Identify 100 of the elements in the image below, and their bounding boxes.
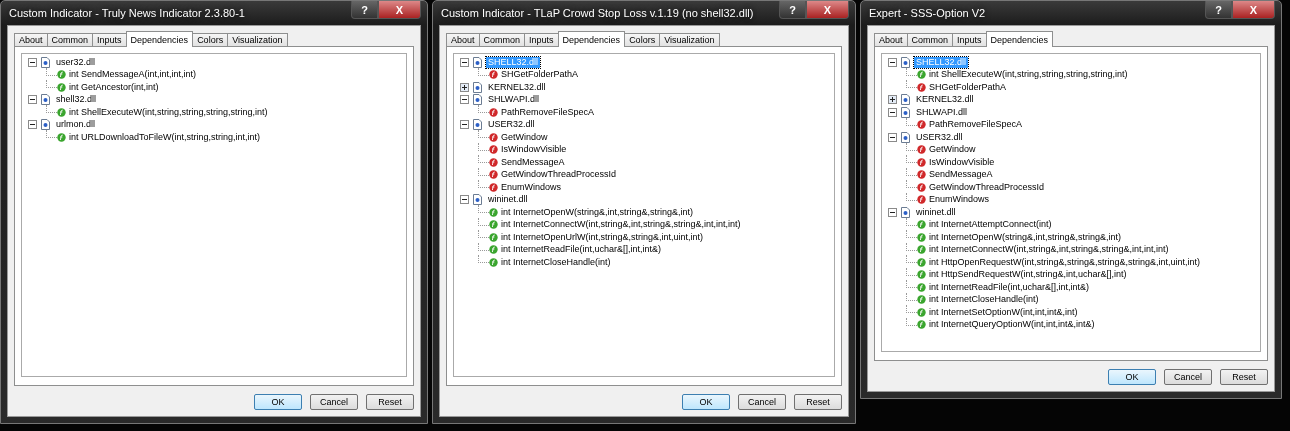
tree-item[interactable]: int InternetSetOptionW(int,int,int&,int) (929, 306, 1078, 318)
tree-item[interactable]: int InternetQueryOptionW(int,int,int&,int&) (929, 319, 1095, 331)
tab[interactable]: Colors (192, 33, 229, 47)
tree-item[interactable]: int InternetConnectW(int,string&,int,string&,string&,int,int,int) (929, 244, 1169, 256)
tree-item[interactable]: GetWindow (929, 144, 976, 156)
tree-node[interactable]: SHLWAPI.dll (486, 94, 541, 106)
minus-icon[interactable] (460, 120, 469, 130)
minus-icon[interactable] (888, 107, 897, 117)
minus-icon[interactable] (460, 195, 469, 205)
reset-button[interactable]: Reset (366, 394, 414, 410)
tab[interactable]: About (874, 33, 908, 47)
window-title: Expert - SSS-Option V2 (868, 7, 986, 19)
file-icon (901, 131, 910, 143)
tree-item[interactable]: EnumWindows (501, 181, 562, 193)
cancel-button[interactable]: Cancel (738, 394, 786, 410)
cancel-button[interactable]: Cancel (310, 394, 358, 410)
tab[interactable]: Inputs (524, 33, 559, 47)
tree-item[interactable]: PathRemoveFileSpecA (929, 119, 1023, 131)
reset-button[interactable]: Reset (1220, 369, 1268, 385)
tree-node[interactable]: user32.dll (54, 56, 98, 68)
tree-item[interactable]: GetWindow (501, 131, 548, 143)
tree-item[interactable]: int InternetCloseHandle(int) (501, 256, 611, 268)
ok-button[interactable]: OK (254, 394, 302, 410)
tree-item[interactable]: int GetAncestor(int,int) (69, 81, 159, 93)
tree-node[interactable]: wininet.dll (914, 206, 958, 218)
tree-node[interactable]: USER32.dll (914, 131, 965, 143)
help-button[interactable]: ? (779, 1, 806, 19)
tab[interactable]: Colors (624, 33, 661, 47)
tree-item[interactable]: PathRemoveFileSpecA (501, 106, 595, 118)
tree-item[interactable]: int SendMessageA(int,int,int,int) (69, 69, 197, 81)
tab[interactable]: Dependencies (125, 31, 194, 47)
tab[interactable]: Common (478, 33, 526, 47)
tree-node[interactable]: USER32.dll (486, 119, 537, 131)
minus-icon[interactable] (28, 120, 37, 130)
tree-item[interactable]: IsWindowVisible (501, 144, 567, 156)
tree-item[interactable]: int ShellExecuteW(int,string,string,string,string,int) (69, 106, 268, 118)
tree-node[interactable]: shell32.dll (54, 94, 99, 106)
tree-item[interactable]: int HttpSendRequestW(int,string&,int,uchar&[],int) (929, 269, 1127, 281)
file-icon (473, 56, 482, 68)
file-icon (473, 194, 482, 206)
tree-item[interactable]: EnumWindows (929, 194, 990, 206)
tree-item[interactable]: int URLDownloadToFileW(int,string,string,int,int) (69, 131, 261, 143)
tree-item[interactable]: int InternetOpenW(string&,int,string&,string&,int) (929, 231, 1122, 243)
tab[interactable]: About (14, 33, 48, 47)
plus-icon[interactable] (460, 82, 469, 92)
tree-item[interactable]: int InternetOpenUrlW(int,string&,string&,int,uint,int) (501, 231, 704, 243)
tree-item[interactable]: SHGetFolderPathA (929, 81, 1007, 93)
tree-item[interactable]: int InternetReadFile(int,uchar&[],int,int&) (501, 244, 662, 256)
tab[interactable]: Common (906, 33, 954, 47)
minus-icon[interactable] (888, 132, 897, 142)
tree-item[interactable]: int HttpOpenRequestW(int,string&,string&,string&,string&,int,uint,int) (929, 256, 1201, 268)
ok-button[interactable]: OK (682, 394, 730, 410)
window-title: Custom Indicator - Truly News Indicator 2.3.80-1 (8, 7, 245, 19)
window-title: Custom Indicator - TLaP Crowd Stop Loss v.1.19 (no shell32.dll) (440, 7, 754, 19)
tab[interactable]: Inputs (92, 33, 127, 47)
plus-icon[interactable] (888, 95, 897, 105)
file-icon (473, 119, 482, 131)
tab[interactable]: Dependencies (557, 31, 626, 47)
tab[interactable]: Common (46, 33, 94, 47)
tree-node[interactable]: urlmon.dll (54, 119, 97, 131)
tree-node[interactable]: KERNEL32.dll (914, 94, 976, 106)
minus-icon[interactable] (888, 207, 897, 217)
cancel-button[interactable]: Cancel (1164, 369, 1212, 385)
close-button[interactable]: X (378, 1, 421, 19)
tab[interactable]: Visualization (659, 33, 720, 47)
tree-item[interactable]: SHGetFolderPathA (501, 69, 579, 81)
file-icon (901, 206, 910, 218)
reset-button[interactable]: Reset (794, 394, 842, 410)
help-button[interactable]: ? (1205, 1, 1232, 19)
tree-node[interactable]: wininet.dll (486, 194, 530, 206)
tree-node[interactable]: KERNEL32.dll (486, 81, 548, 93)
tab[interactable]: Inputs (952, 33, 987, 47)
tree-item[interactable]: int InternetCloseHandle(int) (929, 294, 1039, 306)
close-button[interactable]: X (1232, 1, 1275, 19)
tree-item[interactable]: SendMessageA (929, 169, 993, 181)
help-button[interactable]: ? (351, 1, 378, 19)
minus-icon[interactable] (28, 95, 37, 105)
file-icon (901, 106, 910, 118)
tree-item[interactable]: GetWindowThreadProcessId (501, 169, 617, 181)
minus-icon[interactable] (460, 95, 469, 105)
minus-icon[interactable] (460, 57, 469, 67)
ok-button[interactable]: OK (1108, 369, 1156, 385)
tab[interactable]: Dependencies (985, 31, 1054, 47)
tree-item[interactable]: IsWindowVisible (929, 156, 995, 168)
tab[interactable]: About (446, 33, 480, 47)
tab[interactable]: Visualization (227, 33, 288, 47)
tree-item[interactable]: int InternetReadFile(int,uchar&[],int,int&) (929, 281, 1090, 293)
tree-item[interactable]: int InternetOpenW(string&,int,string&,string&,int) (501, 206, 694, 218)
tree-node[interactable]: SHLWAPI.dll (914, 106, 969, 118)
minus-icon[interactable] (28, 57, 37, 67)
close-button[interactable]: X (806, 1, 849, 19)
tree-item[interactable]: int ShellExecuteW(int,string,string,string,string,int) (929, 69, 1128, 81)
tree-item[interactable]: GetWindowThreadProcessId (929, 181, 1045, 193)
file-icon (473, 94, 482, 106)
tree-item[interactable]: int InternetConnectW(int,string&,int,string&,string&,int,int,int) (501, 219, 741, 231)
file-icon (41, 94, 50, 106)
minus-icon[interactable] (888, 57, 897, 67)
file-icon (901, 56, 910, 68)
tree-item[interactable]: int InternetAttemptConnect(int) (929, 219, 1052, 231)
tree-item[interactable]: SendMessageA (501, 156, 565, 168)
